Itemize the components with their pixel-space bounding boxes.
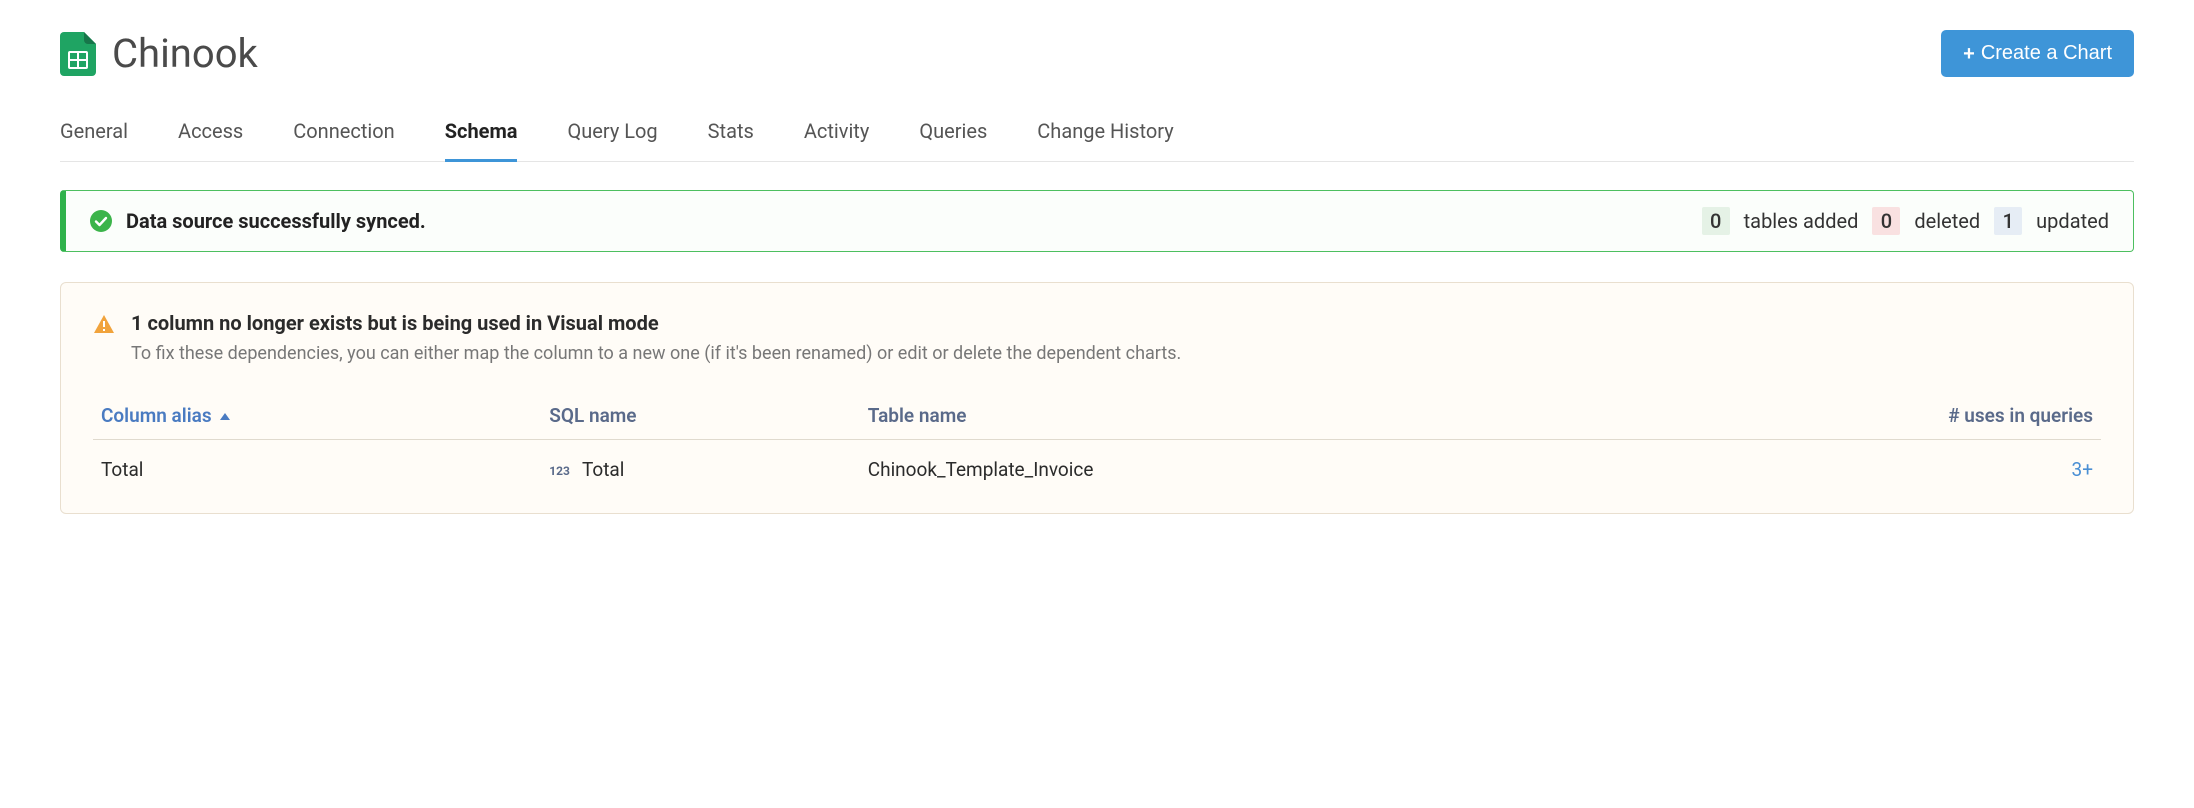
page-title: Chinook	[112, 30, 258, 77]
warning-title: 1 column no longer exists but is being u…	[131, 311, 659, 335]
table-header-row: Column alias SQL name Table name # uses …	[93, 392, 2101, 440]
plus-icon: +	[1963, 44, 1975, 64]
col-header-sql[interactable]: SQL name	[541, 392, 859, 440]
create-chart-label: Create a Chart	[1981, 42, 2112, 65]
sync-success-alert: Data source successfully synced. 0 table…	[60, 190, 2134, 252]
tab-bar: General Access Connection Schema Query L…	[60, 107, 2134, 162]
google-sheets-icon	[60, 32, 96, 76]
updated-count-badge: 1	[1994, 207, 2022, 235]
tab-general[interactable]: General	[60, 107, 128, 162]
create-chart-button[interactable]: + Create a Chart	[1941, 30, 2134, 77]
missing-columns-table: Column alias SQL name Table name # uses …	[93, 392, 2101, 493]
added-count-badge: 0	[1702, 207, 1730, 235]
missing-column-warning-panel: 1 column no longer exists but is being u…	[60, 282, 2134, 514]
updated-label: updated	[2036, 209, 2109, 233]
warning-triangle-icon	[93, 314, 115, 334]
alert-left: Data source successfully synced.	[90, 209, 426, 233]
cell-sql-name: Total	[582, 458, 624, 481]
tab-queries[interactable]: Queries	[919, 107, 987, 162]
datatype-numeric-icon: 123	[549, 464, 570, 478]
sort-ascending-icon	[220, 413, 230, 420]
col-header-uses[interactable]: # uses in queries	[1605, 392, 2101, 440]
tab-activity[interactable]: Activity	[804, 107, 869, 162]
tab-query-log[interactable]: Query Log	[567, 107, 657, 162]
page-header: Chinook + Create a Chart	[60, 20, 2134, 77]
deleted-count-badge: 0	[1872, 207, 1900, 235]
warning-subtitle: To fix these dependencies, you can eithe…	[131, 343, 2101, 364]
sync-message: Data source successfully synced.	[126, 209, 426, 233]
deleted-label: deleted	[1914, 209, 1980, 233]
col-header-alias[interactable]: Column alias	[93, 392, 541, 440]
check-circle-icon	[90, 210, 112, 232]
table-row: Total 123Total Chinook_Template_Invoice …	[93, 440, 2101, 494]
uses-link[interactable]: 3+	[2072, 458, 2093, 481]
tab-connection[interactable]: Connection	[293, 107, 394, 162]
cell-table-name: Chinook_Template_Invoice	[860, 440, 1605, 494]
tab-change-history[interactable]: Change History	[1037, 107, 1173, 162]
header-left: Chinook	[60, 30, 258, 77]
cell-sql: 123 Total	[541, 440, 859, 494]
tab-schema[interactable]: Schema	[445, 107, 518, 162]
warning-header: 1 column no longer exists but is being u…	[93, 311, 2101, 335]
col-header-table[interactable]: Table name	[860, 392, 1605, 440]
tab-stats[interactable]: Stats	[708, 107, 754, 162]
cell-alias: Total	[93, 440, 541, 494]
sync-stats: 0 tables added 0 deleted 1 updated	[1702, 207, 2109, 235]
col-header-alias-label: Column alias	[101, 404, 212, 427]
added-label: tables added	[1744, 209, 1859, 233]
tab-access[interactable]: Access	[178, 107, 243, 162]
